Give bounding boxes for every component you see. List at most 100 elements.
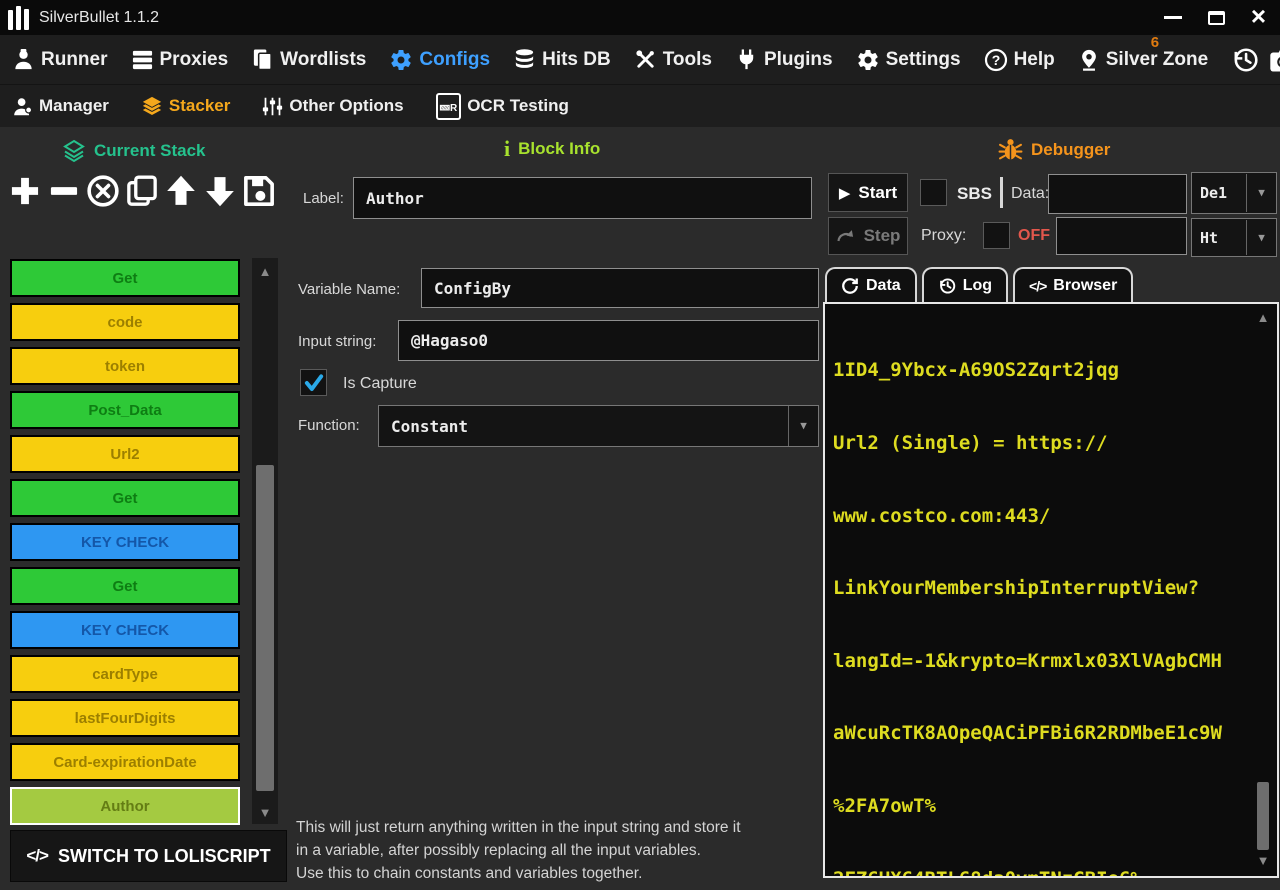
start-label: Start [858, 183, 897, 203]
nav-proxies[interactable]: Proxies [131, 48, 229, 71]
nav-plugins[interactable]: Plugins [735, 48, 833, 71]
stack-block[interactable]: lastFourDigits [10, 699, 240, 737]
proxy-type-value: Ht [1192, 229, 1246, 247]
clear-icon [85, 173, 121, 209]
scroll-thumb[interactable] [256, 465, 274, 791]
tab-browser[interactable]: </> Browser [1013, 267, 1133, 303]
tab-data[interactable]: Data [825, 267, 917, 303]
stack-block-selected[interactable]: Author [10, 787, 240, 825]
nav-label: Help [1014, 49, 1055, 71]
maximize-button[interactable] [1208, 11, 1225, 25]
save-stack-button[interactable] [240, 170, 278, 212]
minimize-button[interactable] [1164, 16, 1182, 19]
nav-tools[interactable]: Tools [634, 48, 712, 71]
duplicate-icon [124, 173, 160, 209]
label-input[interactable] [353, 177, 812, 219]
scroll-up-icon[interactable]: ▲ [252, 264, 278, 279]
stack-block[interactable]: cardType [10, 655, 240, 693]
is-capture-checkbox[interactable] [300, 369, 327, 396]
history-button[interactable] [1231, 46, 1259, 74]
scroll-down-icon[interactable]: ▼ [252, 805, 278, 820]
nav-configs[interactable]: Configs [389, 48, 490, 72]
data-type-value: De1 [1192, 184, 1246, 202]
nav-wordlists[interactable]: Wordlists [251, 48, 366, 71]
code-icon: </> [26, 846, 48, 866]
chevron-down-icon: ▼ [1246, 220, 1276, 255]
log-line: LinkYourMembershipInterruptView? [833, 576, 1243, 600]
history-icon [1231, 46, 1259, 74]
app-logo-icon [8, 6, 29, 30]
close-button[interactable]: × [1251, 6, 1266, 30]
data-type-select[interactable]: De1 ▼ [1191, 172, 1277, 214]
stack-block[interactable]: Get [10, 479, 240, 517]
window-controls: × [1164, 6, 1280, 30]
proxy-input[interactable] [1056, 217, 1187, 255]
duplicate-block-button[interactable] [123, 170, 161, 212]
log-line: langId=-1&krypto=Krmxlx03XlVAgbCMH [833, 649, 1243, 673]
input-string-input[interactable] [398, 320, 819, 361]
settings-icon [856, 48, 880, 72]
nav-help[interactable]: ? Help [984, 48, 1055, 72]
log-content: 1ID4_9Ybcx-A69OS2Zqrt2jqg Url2 (Single) … [833, 310, 1243, 870]
app-title: SilverBullet 1.1.2 [39, 9, 159, 27]
move-up-button[interactable] [162, 170, 200, 212]
move-down-button[interactable] [201, 170, 239, 212]
subnav-ocr-testing[interactable]: 🝙R OCR Testing [436, 93, 569, 120]
debugger-log[interactable]: 1ID4_9Ybcx-A69OS2Zqrt2jqg Url2 (Single) … [823, 302, 1279, 878]
stack-toolbar [6, 170, 278, 212]
stack-block[interactable]: KEY CHECK [10, 611, 240, 649]
log-line: 1ID4_9Ybcx-A69OS2Zqrt2jqg [833, 358, 1243, 382]
scroll-thumb[interactable] [1257, 782, 1269, 850]
nav-label: Settings [886, 49, 961, 71]
nav-runner[interactable]: Runner [12, 48, 108, 71]
switch-to-loliscript-button[interactable]: </> SWITCH TO LOLISCRIPT [10, 830, 287, 882]
scroll-down-icon[interactable]: ▼ [1253, 853, 1273, 868]
stack-block[interactable]: Post_Data [10, 391, 240, 429]
nav-settings[interactable]: Settings [856, 48, 961, 72]
divider [1000, 177, 1003, 208]
stack-block[interactable]: Get [10, 259, 240, 297]
nav-hits-db[interactable]: Hits DB [513, 48, 611, 71]
tab-log[interactable]: Log [922, 267, 1008, 303]
function-value: Constant [379, 417, 788, 436]
stack-block[interactable]: Url2 [10, 435, 240, 473]
move-down-icon [202, 173, 238, 209]
subnav-other-options[interactable]: Other Options [262, 96, 403, 117]
hits-db-icon [513, 48, 536, 71]
add-block-button[interactable] [6, 170, 44, 212]
stack-block[interactable]: Get [10, 567, 240, 605]
current-stack-header: Current Stack [62, 139, 205, 163]
minimize-icon [1164, 16, 1182, 19]
subnav-stacker[interactable]: Stacker [141, 95, 230, 117]
sbs-checkbox[interactable] [920, 179, 947, 206]
stack-block[interactable]: token [10, 347, 240, 385]
scroll-up-icon[interactable]: ▲ [1253, 310, 1273, 325]
function-select[interactable]: Constant ▼ [378, 405, 819, 447]
log-scrollbar[interactable]: ▲ ▼ [1253, 310, 1273, 868]
help-icon: ? [984, 48, 1008, 72]
proxy-type-select[interactable]: Ht ▼ [1191, 218, 1277, 257]
subnav-label: Other Options [289, 96, 403, 116]
stack-block[interactable]: Card-expirationDate [10, 743, 240, 781]
stack-block[interactable]: code [10, 303, 240, 341]
proxy-checkbox[interactable] [983, 222, 1010, 249]
remove-block-button[interactable] [45, 170, 83, 212]
variable-name-input[interactable] [421, 268, 819, 308]
screenshot-icon [1268, 46, 1280, 74]
tools-icon [634, 48, 657, 71]
debug-data-input[interactable] [1048, 174, 1187, 214]
main-nav: Runner Proxies Wordlists Configs Hits DB… [0, 35, 1280, 85]
stack-scrollbar[interactable]: ▲ ▼ [252, 258, 278, 824]
stack-block[interactable]: KEY CHECK [10, 523, 240, 561]
config-subnav: Manager Stacker Other Options 🝙R OCR Tes… [0, 85, 1280, 127]
proxies-icon [131, 48, 154, 71]
step-button[interactable]: Step [828, 217, 908, 255]
subnav-manager[interactable]: Manager [12, 96, 109, 117]
screenshot-button[interactable] [1268, 46, 1280, 74]
log-line: Url2 (Single) = https:// [833, 431, 1243, 455]
start-button[interactable]: ▶ Start [828, 173, 908, 212]
block-info-header: i Block Info [504, 139, 600, 159]
clear-stack-button[interactable] [84, 170, 122, 212]
nav-silver-zone[interactable]: 6 Silver Zone [1078, 48, 1208, 72]
chevron-down-icon: ▼ [788, 406, 818, 446]
